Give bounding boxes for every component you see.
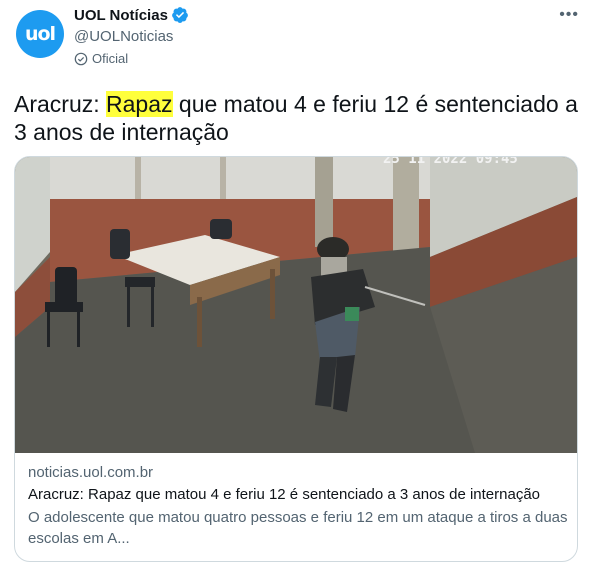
card-meta: noticias.uol.com.br Aracruz: Rapaz que m… (28, 463, 568, 549)
tweet-text: Aracruz: Rapaz que matou 4 e feriu 12 é … (14, 90, 589, 146)
camera-timestamp: 25 11 2022 09:45 (383, 157, 518, 167)
official-check-icon (74, 52, 88, 65)
more-options-icon[interactable]: ••• (559, 6, 579, 24)
card-title[interactable]: Aracruz: Rapaz que matou 4 e feriu 12 é … (28, 485, 568, 505)
avatar[interactable]: uol (16, 10, 64, 58)
author-name-row: UOL Notícias (74, 4, 189, 26)
tweet-header: UOL Notícias @UOLNoticias Oficial (74, 4, 189, 66)
official-label-row: Oficial (74, 51, 189, 66)
avatar-logo-text: uol (24, 23, 56, 45)
card-domain: noticias.uol.com.br (28, 464, 154, 481)
card-description: O adolescente que matou quatro pessoas e… (28, 509, 568, 547)
author-name[interactable]: UOL Notícias (74, 7, 168, 24)
author-handle[interactable]: @UOLNoticias (74, 28, 189, 45)
tweet-text-highlight: Rapaz (106, 91, 173, 117)
official-label: Oficial (92, 51, 129, 66)
card-image[interactable]: 25 11 2022 09:45 (15, 157, 577, 453)
verified-badge-icon (172, 7, 188, 23)
tweet-text-prefix: Aracruz: (14, 91, 107, 117)
link-preview-card[interactable]: 25 11 2022 09:45 noticias.uol.com.br Ara… (14, 156, 578, 562)
